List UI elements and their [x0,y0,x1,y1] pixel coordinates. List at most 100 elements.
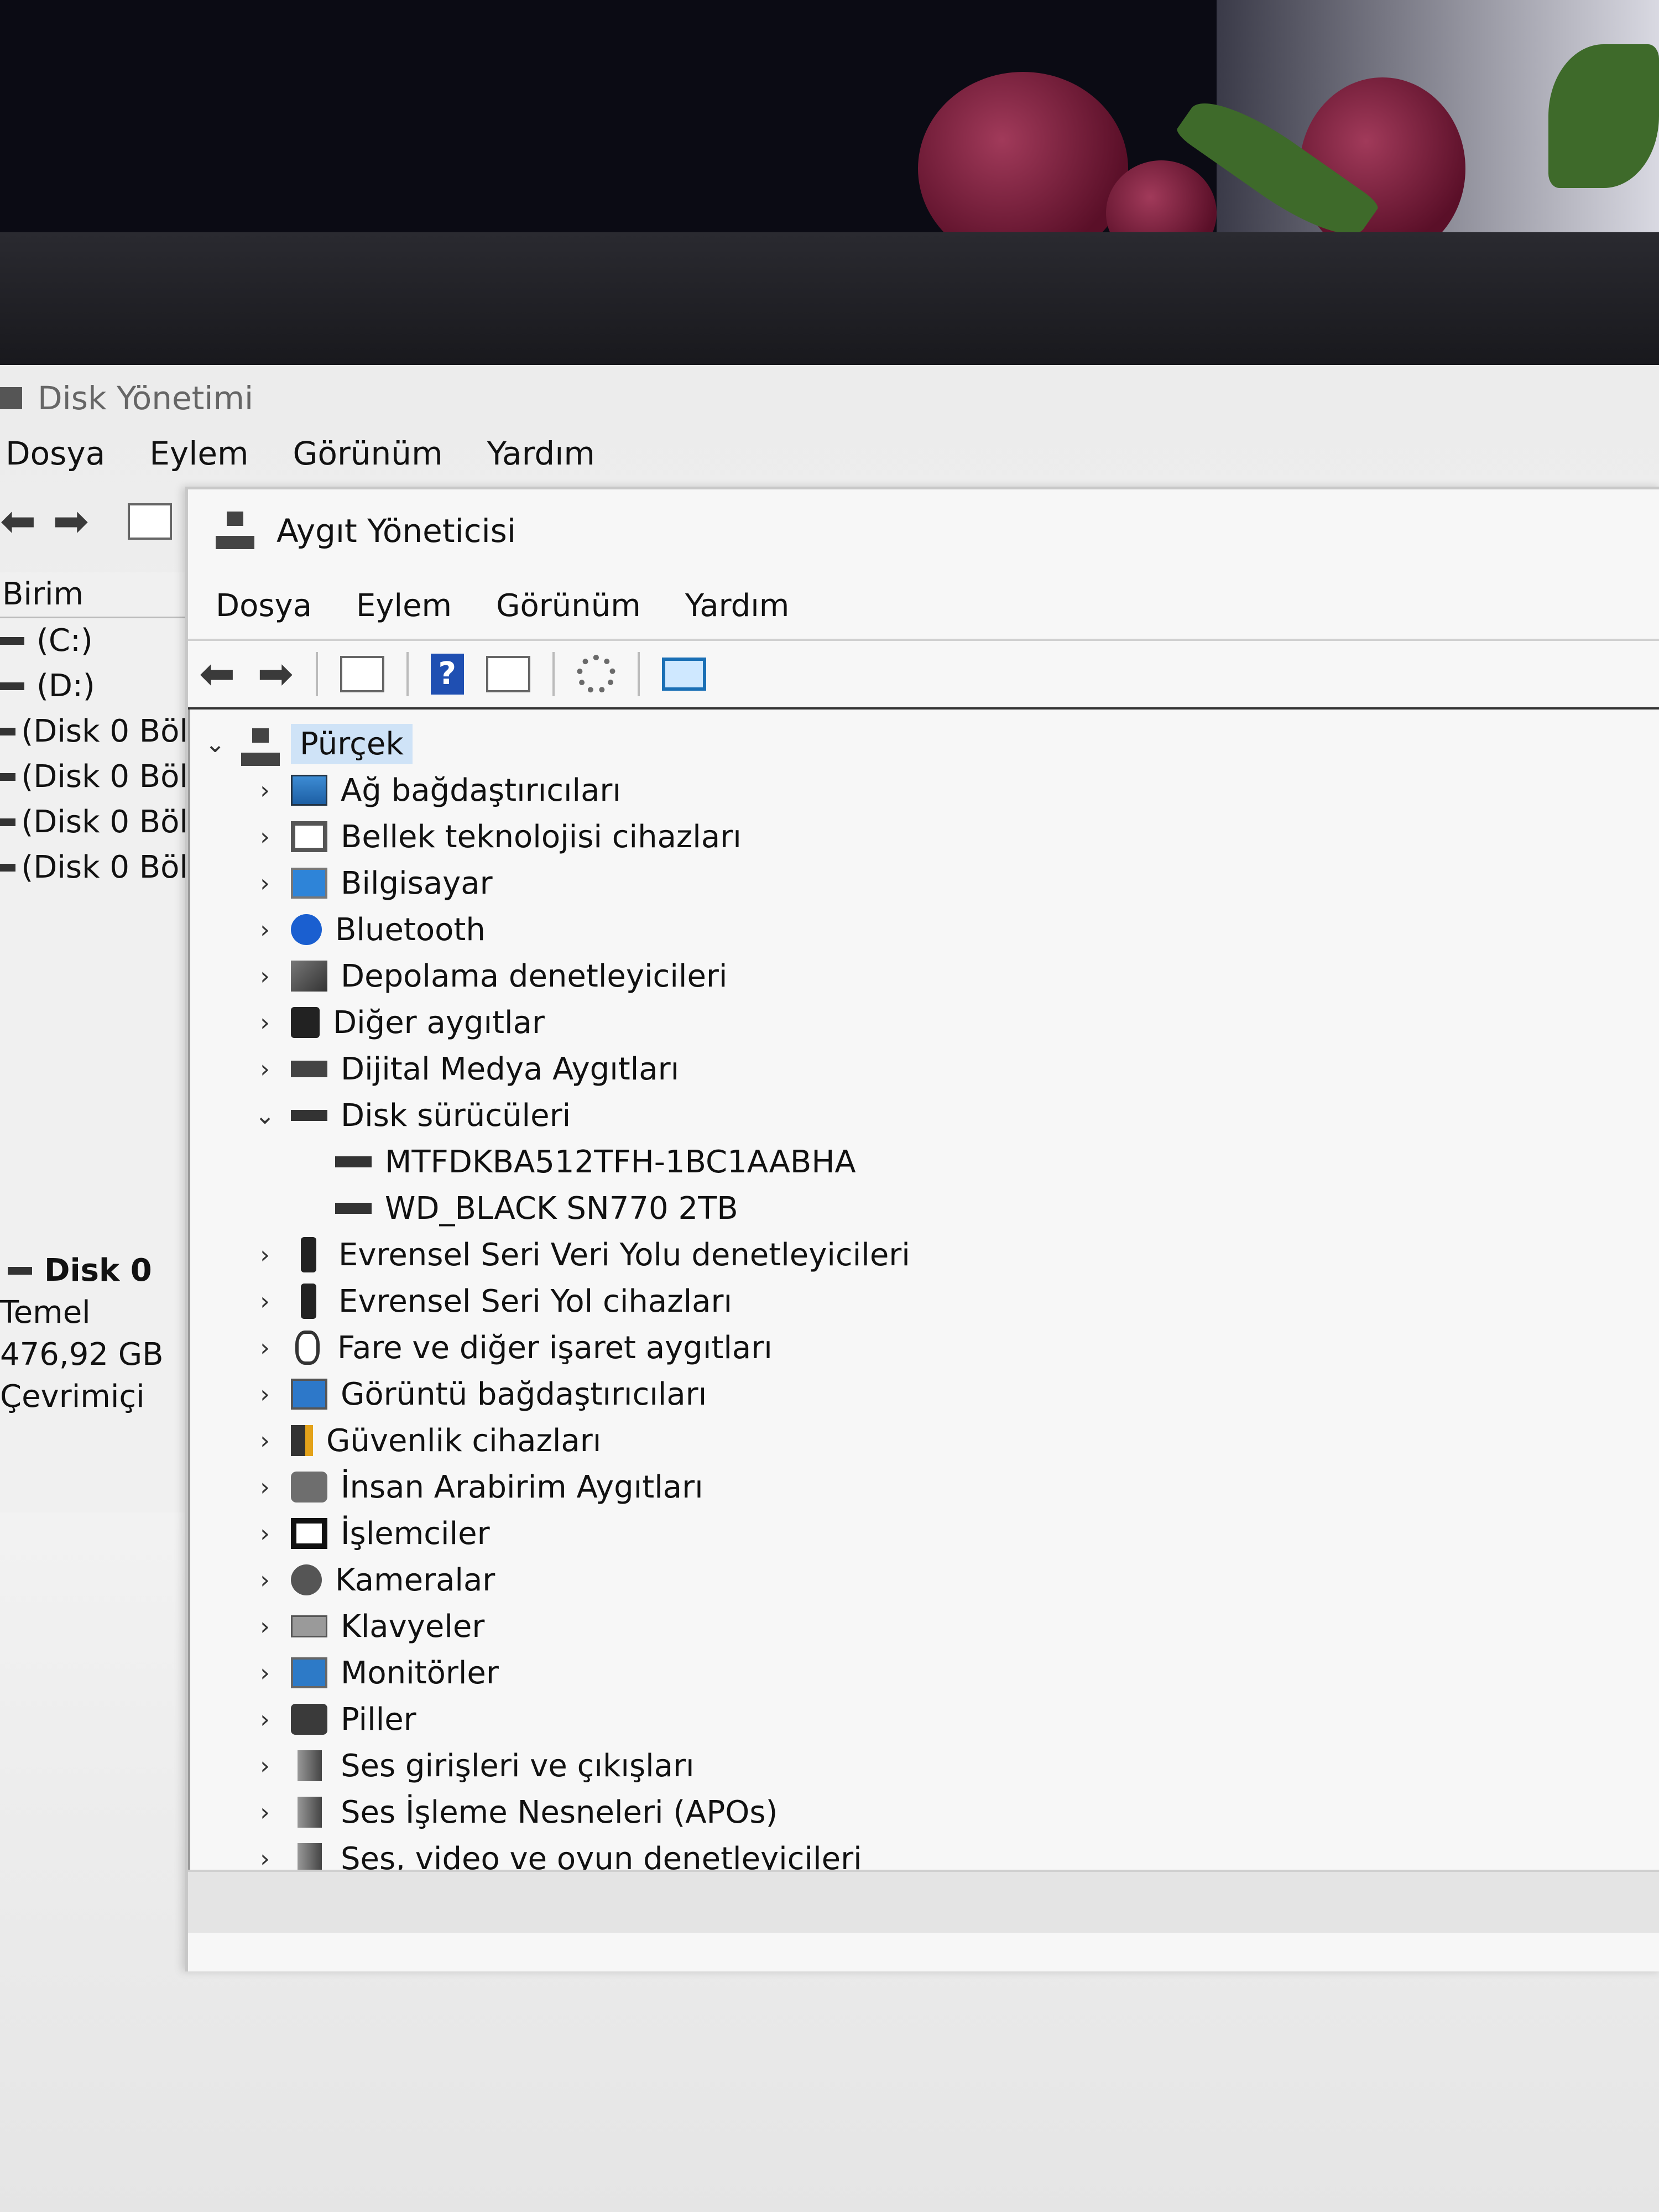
expand-chevron-icon[interactable]: › [251,1659,279,1687]
tree-category-label: Evrensel Seri Veri Yolu denetleyicileri [338,1237,910,1273]
tree-category[interactable]: › Ses İşleme Nesneleri (APOs) [190,1789,1659,1835]
tree-category[interactable]: › Monitörler [190,1650,1659,1696]
tulip-leaf [1548,44,1659,188]
mouse-icon [295,1331,320,1365]
tree-category[interactable]: › Piller [190,1696,1659,1743]
expand-chevron-icon[interactable]: › [251,776,279,805]
processor-icon [291,1518,327,1549]
tree-category[interactable]: › Ağ bağdaştırıcıları [190,767,1659,813]
tree-category[interactable]: › Klavyeler [190,1603,1659,1650]
expand-chevron-icon[interactable]: › [251,1334,279,1362]
tree-category[interactable]: › Diğer aygıtlar [190,999,1659,1046]
tree-category[interactable]: › Dijital Medya Aygıtları [190,1046,1659,1092]
menu-file[interactable]: Dosya [216,588,312,624]
tree-category[interactable]: › Bellek teknolojisi cihazları [190,813,1659,860]
tree-category[interactable]: › Evrensel Seri Veri Yolu denetleyicileri [190,1232,1659,1278]
disk-management-titlebar[interactable]: Disk Yönetimi [0,373,1659,423]
forward-arrow-icon[interactable]: ➡ [257,649,293,699]
volume-row[interactable]: (Disk 0 Böl [0,709,188,754]
volume-row[interactable]: (Disk 0 Böl [0,800,188,845]
expand-chevron-icon[interactable]: › [251,962,279,990]
expand-chevron-icon[interactable]: › [251,1287,279,1316]
expand-chevron-icon[interactable]: › [251,1613,279,1641]
menu-action[interactable]: Eylem [356,588,452,624]
expand-chevron-icon[interactable]: › [251,823,279,851]
expand-chevron-icon[interactable]: › [251,1380,279,1408]
expand-chevron-icon[interactable]: › [251,1798,279,1827]
tree-category[interactable]: › İşlemciler [190,1510,1659,1557]
menu-view[interactable]: Görünüm [496,588,641,624]
tree-category-label: Disk sürücüleri [341,1097,571,1134]
expand-chevron-icon[interactable]: › [251,1241,279,1269]
console-tree-icon[interactable] [340,656,384,692]
disk-management-app-icon [0,387,22,409]
audio-io-icon [298,1750,322,1781]
device-manager-menubar: Dosya Eylem Görünüm Yardım [188,572,1659,641]
back-arrow-icon[interactable]: ⬅ [0,497,36,546]
expand-chevron-icon[interactable]: › [251,1705,279,1734]
drive-icon [0,682,24,690]
expand-chevron-icon[interactable]: › [251,916,279,944]
update-driver-icon[interactable] [576,655,615,693]
tree-category-label: Güvenlik cihazları [326,1422,602,1459]
tree-device-label: WD_BLACK SN770 2TB [385,1190,738,1227]
dm-menu-file[interactable]: Dosya [6,435,105,472]
volume-row[interactable]: (C:) [0,618,188,664]
tree-category[interactable]: › Evrensel Seri Yol cihazları [190,1278,1659,1324]
tree-category-label: Evrensel Seri Yol cihazları [338,1283,733,1319]
drive-icon [0,637,24,645]
expand-chevron-icon[interactable]: › [251,869,279,898]
tree-category[interactable]: › Kameralar [190,1557,1659,1603]
expand-chevron-icon[interactable]: › [251,1845,279,1873]
volume-row[interactable]: (Disk 0 Böl [0,754,188,800]
tree-root[interactable]: ⌄ Pürçek [190,721,1659,767]
disk-drive-icon [335,1156,372,1167]
expand-chevron-icon[interactable]: › [251,1427,279,1455]
expand-chevron-icon[interactable]: › [251,1566,279,1594]
tree-category[interactable]: › Bluetooth [190,906,1659,953]
tree-category[interactable]: › Ses girişleri ve çıkışları [190,1743,1659,1789]
tree-category[interactable]: › Güvenlik cihazları [190,1417,1659,1464]
tree-device[interactable]: MTFDKBA512TFH-1BC1AABHA [190,1139,1659,1185]
device-manager-titlebar[interactable]: Aygıt Yöneticisi [188,489,1659,572]
expand-chevron-icon[interactable]: › [251,1520,279,1548]
other-devices-icon [291,1007,320,1038]
tree-category[interactable]: › Görüntü bağdaştırıcıları [190,1371,1659,1417]
volume-column-header[interactable]: Birim [0,572,188,618]
tree-device-label: MTFDKBA512TFH-1BC1AABHA [385,1144,856,1180]
display-adapter-icon [291,1379,327,1410]
tree-category[interactable]: › Bilgisayar [190,860,1659,906]
dm-menu-help[interactable]: Yardım [487,435,595,472]
back-arrow-icon[interactable]: ⬅ [199,649,235,699]
storage-controller-icon [291,961,327,992]
collapse-chevron-icon[interactable]: ⌄ [201,730,229,758]
tree-category-label: Görüntü bağdaştırıcıları [341,1376,707,1412]
volume-row[interactable]: (D:) [0,664,188,709]
forward-arrow-icon[interactable]: ➡ [53,497,88,546]
tree-category-label: Bilgisayar [341,865,493,901]
disk-icon [8,1267,32,1275]
disk-info-panel[interactable]: Disk 0 Temel 476,92 GB Çevrimiçi [0,1250,182,1418]
expand-chevron-icon[interactable]: › [251,1752,279,1780]
scan-hardware-icon[interactable] [661,658,706,691]
tree-category[interactable]: ⌄ Disk sürücüleri [190,1092,1659,1139]
bluetooth-icon [291,914,322,945]
expand-chevron-icon[interactable]: › [251,1055,279,1083]
tree-category[interactable]: › Fare ve diğer işaret aygıtları [190,1324,1659,1371]
help-icon[interactable]: ? [430,654,464,695]
tree-category[interactable]: › İnsan Arabirim Aygıtları [190,1464,1659,1510]
expand-chevron-icon[interactable]: › [251,1009,279,1037]
expand-chevron-icon[interactable]: › [251,1473,279,1501]
action-pane-icon[interactable] [486,656,530,692]
menu-help[interactable]: Yardım [685,588,790,624]
tree-category-label: Diğer aygıtlar [333,1004,545,1041]
dm-menu-view[interactable]: Görünüm [293,435,443,472]
toolbar-separator [552,652,555,696]
console-tree-icon[interactable] [127,503,172,540]
disk-size: 476,92 GB [0,1337,164,1373]
collapse-chevron-icon[interactable]: ⌄ [251,1102,279,1130]
volume-row[interactable]: (Disk 0 Böl [0,845,188,890]
tree-device[interactable]: WD_BLACK SN770 2TB [190,1185,1659,1232]
dm-menu-action[interactable]: Eylem [149,435,248,472]
tree-category[interactable]: › Depolama denetleyicileri [190,953,1659,999]
